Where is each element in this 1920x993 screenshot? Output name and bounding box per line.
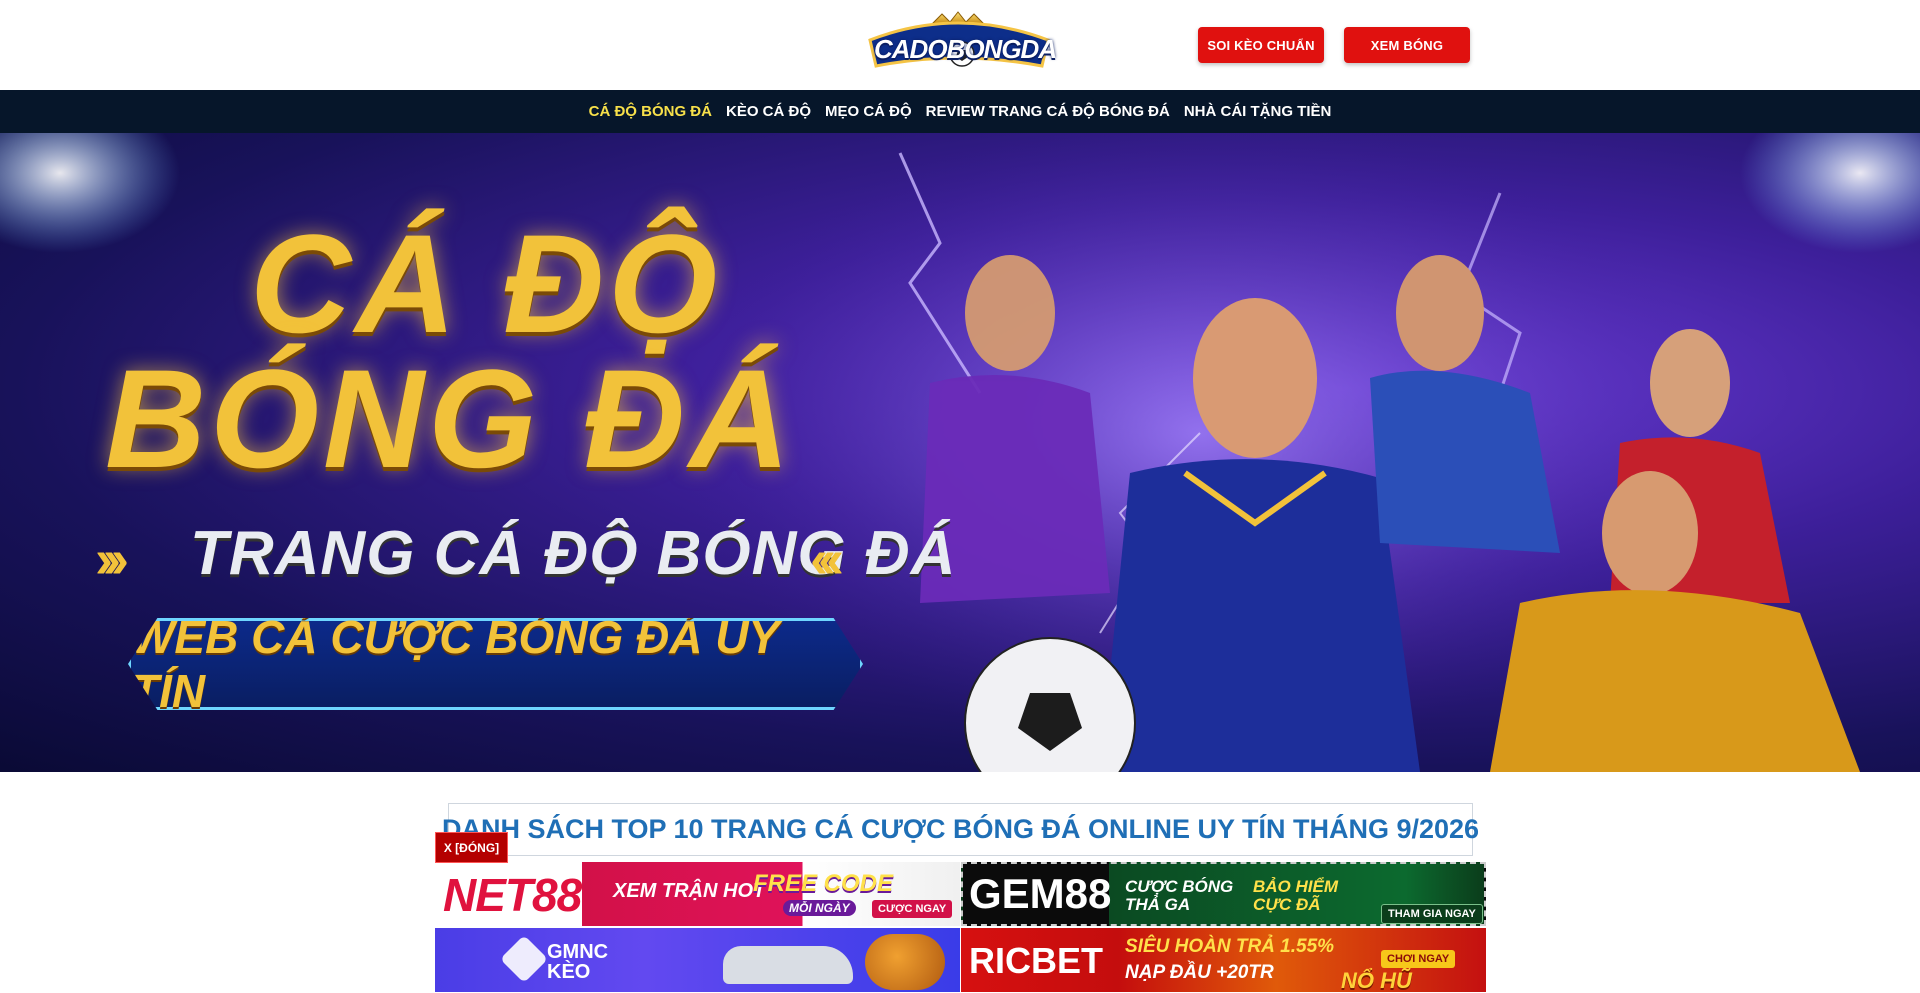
ricbet-cta: CHƠI NGAY bbox=[1381, 950, 1456, 968]
gem88-promo-bet: CƯỢC BÓNG THẢ GA bbox=[1125, 877, 1234, 914]
banner-gmnc-keo[interactable]: GMNC KÈO bbox=[435, 928, 960, 992]
hero-title-line2: BÓNG ĐÁ bbox=[105, 340, 795, 497]
nav-item-keo-ca-do[interactable]: KÈO CÁ ĐỘ bbox=[726, 103, 811, 120]
banner-ricbet[interactable]: RICBET SIÊU HOÀN TRẢ 1.55% NẠP ĐẦU +20TR… bbox=[961, 928, 1486, 992]
hero-subtitle: TRANG CÁ ĐỘ BÓNG ĐÁ bbox=[190, 519, 957, 588]
banner-net88[interactable]: NET88 XEM TRẬN HOT FREE CODE MỖI NGÀY CƯ… bbox=[435, 862, 960, 926]
net88-promo-free-code: FREE CODE bbox=[753, 870, 894, 897]
close-banners-button[interactable]: X [ĐÓNG] bbox=[435, 832, 508, 863]
banner-gem88[interactable]: GEM88 CƯỢC BÓNG THẢ GA BẢO HIỂM CỰC ĐÃ T… bbox=[961, 862, 1486, 926]
gem88-logo: GEM88 bbox=[969, 870, 1112, 917]
nav-item-ca-do-bong-da[interactable]: CÁ ĐỘ BÓNG ĐÁ bbox=[589, 103, 712, 120]
ricbet-logo: RICBET bbox=[969, 940, 1103, 981]
net88-logo: NET88 bbox=[443, 869, 582, 921]
hero-tagline: WEB CÁ CƯỢC BÓNG ĐÁ UY TÍN bbox=[131, 611, 779, 717]
main-nav: CÁ ĐỘ BÓNG ĐÁ KÈO CÁ ĐỘ MẸO CÁ ĐỘ REVIEW… bbox=[0, 90, 1920, 133]
ricbet-promo-cashback: SIÊU HOÀN TRẢ 1.55% bbox=[1125, 936, 1335, 957]
gem88-promo-insurance: BẢO HIỂM CỰC ĐÃ bbox=[1253, 877, 1338, 914]
ricbet-jackpot: NỔ HŨ bbox=[1341, 968, 1412, 992]
mascot-graphic bbox=[865, 934, 945, 990]
hero-tagline-pill: WEB CÁ CƯỢC BÓNG ĐÁ UY TÍN bbox=[128, 618, 863, 710]
xem-bong-button[interactable]: XEM BÓNG bbox=[1344, 27, 1470, 63]
logo-text: CADOBONGDA bbox=[874, 34, 1057, 64]
nav-item-nha-cai-tang-tien[interactable]: NHÀ CÁI TẶNG TIỀN bbox=[1184, 103, 1332, 120]
site-header: CADOBONGDA SOI KÈO CHUẨN XEM BÓNG bbox=[0, 0, 1920, 90]
chevrons-left-icon: ‹‹‹ bbox=[810, 529, 844, 589]
net88-cta: CƯỢC NGAY bbox=[872, 900, 953, 918]
list-title-box: DANH SÁCH TOP 10 TRANG CÁ CƯỢC BÓNG ĐÁ O… bbox=[442, 803, 1479, 856]
gmnc-logo-icon bbox=[499, 934, 549, 984]
hero-banner: CÁ ĐỘ BÓNG ĐÁ ››› TRANG CÁ ĐỘ BÓNG ĐÁ ‹‹… bbox=[0, 133, 1920, 772]
ricbet-promo-deposit: NẠP ĐẦU +20TR bbox=[1125, 962, 1274, 983]
nav-item-meo-ca-do[interactable]: MẸO CÁ ĐỘ bbox=[825, 103, 912, 120]
net88-promo-daily: MỖI NGÀY bbox=[783, 900, 856, 916]
nav-item-review[interactable]: REVIEW TRANG CÁ ĐỘ BÓNG ĐÁ bbox=[926, 103, 1170, 120]
car-graphic bbox=[723, 946, 853, 984]
gem88-cta: THAM GIA NGAY bbox=[1381, 904, 1483, 924]
gmnc-logo-text: GMNC KÈO bbox=[547, 941, 609, 983]
net88-promo-hot: XEM TRẬN HOT bbox=[613, 880, 766, 902]
chevrons-right-icon: ››› bbox=[95, 529, 129, 589]
site-logo[interactable]: CADOBONGDA bbox=[862, 10, 1057, 76]
soi-keo-button[interactable]: SOI KÈO CHUẨN bbox=[1198, 27, 1324, 63]
list-title: DANH SÁCH TOP 10 TRANG CÁ CƯỢC BÓNG ĐÁ O… bbox=[441, 814, 1480, 844]
